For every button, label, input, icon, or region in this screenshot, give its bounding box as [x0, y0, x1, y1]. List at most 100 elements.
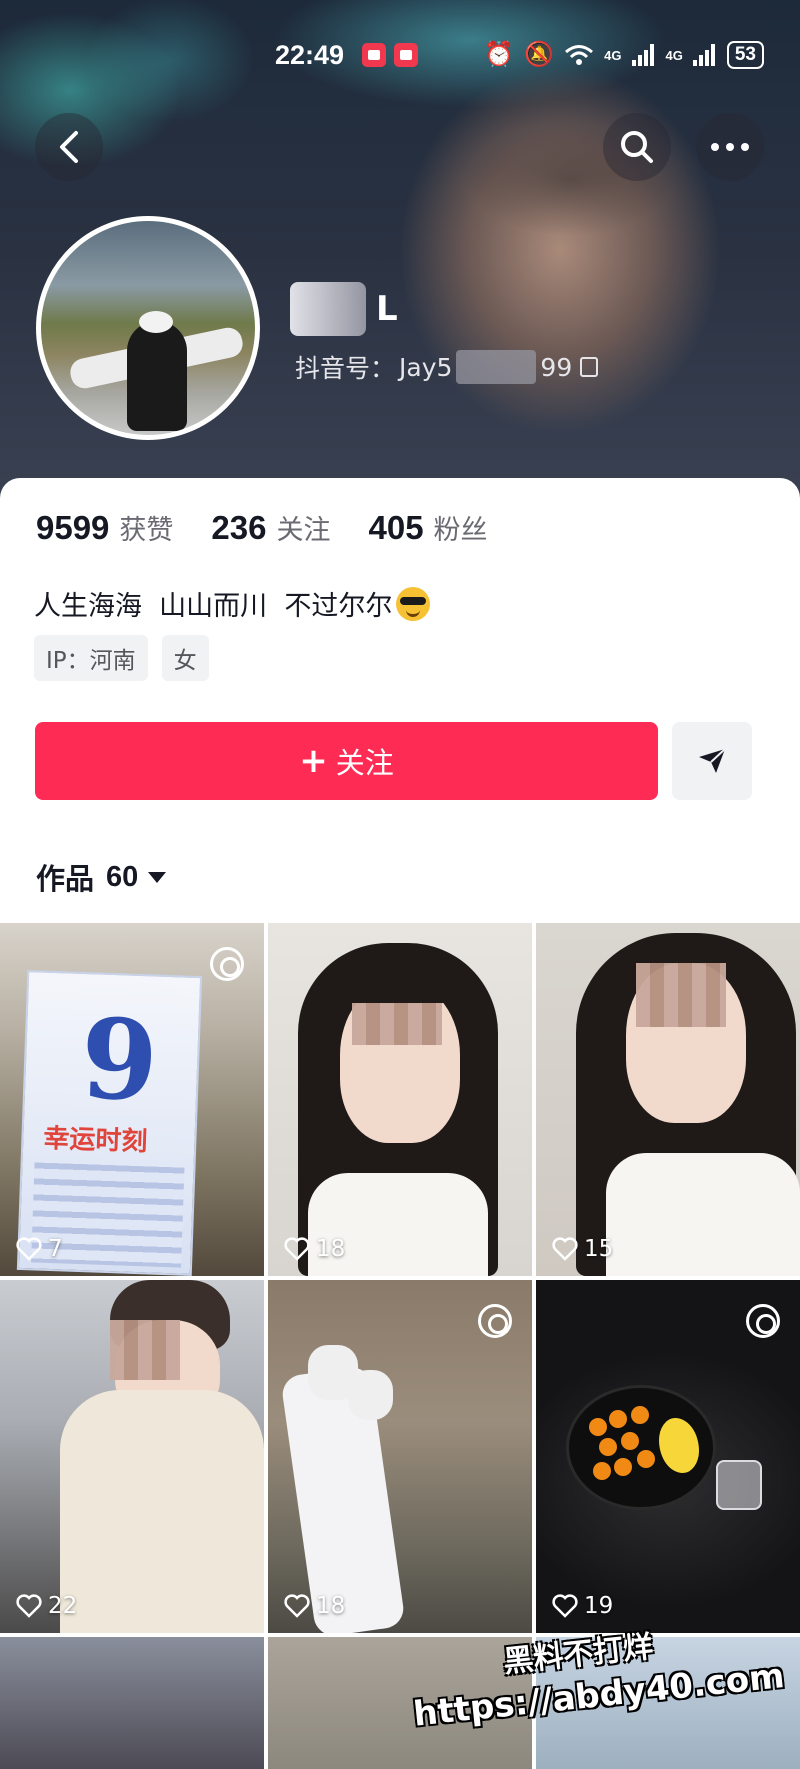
search-button[interactable]: [603, 113, 671, 181]
like-count: 7: [16, 1236, 63, 1262]
caret-down-icon: [148, 871, 167, 883]
stat-label: 粉丝: [433, 515, 488, 546]
like-count-value: 19: [584, 1593, 614, 1619]
profile-stats: 9599 获赞 236 关注 405 粉丝: [36, 508, 526, 547]
notification-app-icon: [394, 43, 418, 67]
video-thumbnail[interactable]: 9 幸运时刻 7: [0, 923, 264, 1276]
fruit-plate-image: [566, 1385, 716, 1510]
douyin-id-blur: [456, 350, 537, 384]
video-thumbnail[interactable]: [0, 1637, 264, 1769]
profile-bio: 人生海海 山山而川 不过尔尔: [34, 584, 431, 623]
like-count: 18: [284, 1236, 345, 1262]
douyin-id-prefix: Jay5: [399, 352, 453, 382]
bio-text: 人生海海 山山而川 不过尔尔: [34, 591, 393, 622]
status-indicators: ⏰ 🔕 4G 4G 53: [484, 40, 764, 70]
avatar-figure-hat: [139, 311, 173, 333]
ticket-number: 9: [78, 994, 160, 1126]
like-count: 18: [284, 1593, 345, 1619]
profile-info-card: 9599 获赞 236 关注 405 粉丝 人生海海 山山而川 不过尔尔 IP：…: [0, 478, 800, 925]
network-4g-label: 4G: [665, 47, 683, 63]
wifi-icon: [565, 45, 594, 65]
like-count-value: 22: [48, 1593, 78, 1619]
mute-bell-icon: 🔕: [524, 41, 555, 68]
fruit: [589, 1418, 607, 1436]
fruit: [599, 1438, 617, 1456]
stat-value: 405: [368, 509, 424, 546]
nickname-text: L: [376, 289, 398, 329]
jacket-shape: [60, 1390, 264, 1633]
status-bar: 22:49 ⏰ 🔕 4G 4G 53: [0, 36, 800, 76]
nickname-blur: [290, 282, 366, 336]
signal-icon: [692, 44, 715, 66]
like-count-value: 7: [48, 1236, 63, 1262]
works-tab-label: 作品: [36, 862, 95, 896]
like-count-value: 15: [584, 1236, 614, 1262]
video-thumbnail[interactable]: 15: [536, 923, 800, 1276]
live-photo-icon: [746, 1304, 780, 1338]
stat-following[interactable]: 236 关注: [211, 508, 330, 547]
ticket-title: 幸运时刻: [42, 1123, 148, 1158]
stat-value: 236: [211, 509, 267, 546]
copy-icon[interactable]: [580, 357, 599, 377]
fruit: [621, 1432, 639, 1450]
heart-outline-icon: [16, 1594, 42, 1618]
plus-icon: +: [299, 741, 328, 781]
face-mosaic: [110, 1320, 180, 1380]
lottery-ticket-image: 9 幸运时刻: [16, 970, 203, 1276]
live-photo-icon: [478, 1304, 512, 1338]
like-count-value: 18: [316, 1593, 346, 1619]
heart-outline-icon: [552, 1594, 578, 1618]
paper-plane-icon: [699, 748, 726, 773]
works-tab[interactable]: 作品 60: [36, 856, 167, 898]
gender-tag: 女: [161, 635, 209, 681]
douyin-id[interactable]: 抖音号： Jay5 99: [295, 349, 599, 385]
cool-face-emoji-icon: [396, 586, 431, 621]
follow-button[interactable]: + 关注: [35, 722, 658, 800]
fruit: [637, 1450, 655, 1468]
heart-outline-icon: [284, 1594, 310, 1618]
notification-app-icon: [362, 43, 386, 67]
heart-outline-icon: [16, 1237, 42, 1261]
douyin-id-suffix: 99: [540, 352, 573, 382]
cover-face-shade: [340, 40, 800, 460]
back-button[interactable]: [35, 113, 103, 181]
video-thumbnail[interactable]: 22: [0, 1280, 264, 1633]
video-thumbnail[interactable]: 19: [536, 1280, 800, 1633]
bangs-shape: [338, 963, 462, 1003]
heart-outline-icon: [552, 1237, 578, 1261]
face-mosaic: [636, 963, 726, 1027]
fruit: [614, 1458, 632, 1476]
fruit: [659, 1418, 699, 1473]
more-options-button[interactable]: [696, 113, 764, 181]
signal-icon: [631, 44, 654, 66]
stat-label: 关注: [276, 515, 331, 546]
live-photo-icon: [210, 947, 244, 981]
status-time: 22:49: [275, 40, 345, 70]
heart-outline-icon: [284, 1237, 310, 1261]
network-4g-label: 4G: [604, 47, 622, 63]
battery-indicator: 53: [726, 41, 764, 69]
video-thumbnail[interactable]: 18: [268, 1280, 532, 1633]
stat-likes: 9599 获赞: [36, 508, 173, 547]
nickname: L: [290, 282, 398, 336]
send-message-button[interactable]: [672, 722, 752, 800]
shirt-shape: [606, 1153, 800, 1276]
stat-followers[interactable]: 405 粉丝: [368, 508, 487, 547]
search-icon: [621, 131, 653, 163]
more-horizontal-icon: [711, 143, 749, 151]
chevron-left-icon: [60, 131, 78, 163]
follow-button-label: 关注: [335, 746, 394, 780]
fruit: [593, 1462, 611, 1480]
douyin-id-label: 抖音号：: [295, 354, 396, 383]
like-count-value: 18: [316, 1236, 346, 1262]
fruit: [609, 1410, 627, 1428]
alarm-icon: ⏰: [484, 41, 515, 68]
video-thumbnail[interactable]: 18: [268, 923, 532, 1276]
profile-avatar[interactable]: [36, 216, 260, 440]
ip-location-tag: IP：河南: [34, 635, 148, 681]
avatar-figure: [127, 321, 187, 431]
fruit: [631, 1406, 649, 1424]
sneaker-shape: [348, 1370, 393, 1420]
like-count: 19: [552, 1593, 613, 1619]
works-count: 60: [106, 860, 139, 893]
